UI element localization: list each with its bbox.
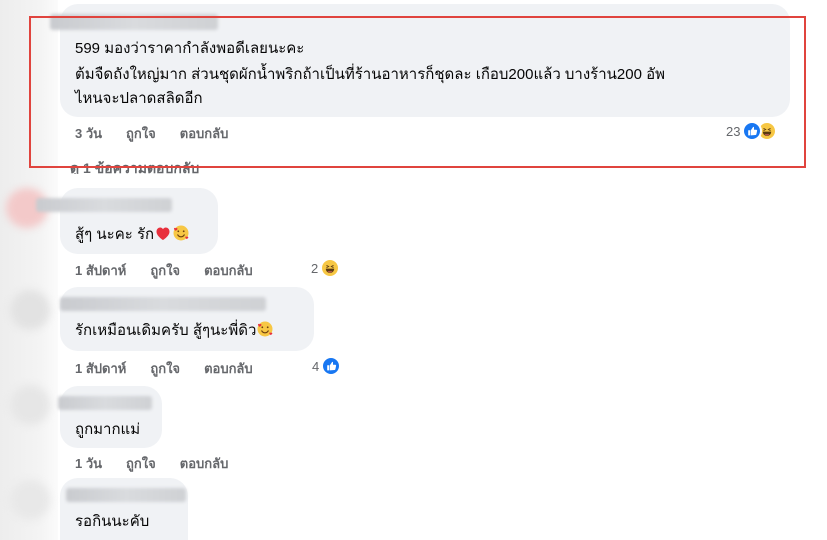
comment-text: ถูกมากแม่ [75,421,141,438]
reaction-count: 4 [312,358,320,374]
comment-timestamp: 1 สัปดาห์ [75,360,127,376]
reaction-summary[interactable]: 4 [312,356,342,376]
blurred-avatar [10,480,50,520]
comment-timestamp: 1 วัน [75,455,103,471]
like-button[interactable]: ถูกใจ [150,260,180,281]
like-button[interactable]: ถูกใจ [126,453,156,474]
haha-icon [320,258,341,278]
comment-text: รอกินนะคับ [75,513,150,530]
comment-timestamp: 1 สัปดาห์ [75,262,127,278]
reply-button[interactable]: ตอบกลับ [204,358,253,379]
reaction-summary[interactable]: 2 [311,258,341,278]
blurred-avatar [10,290,50,330]
reply-button[interactable]: ตอบกลับ [204,260,253,281]
like-icon [321,356,342,376]
highlight-box [29,16,806,168]
like-button[interactable]: ถูกใจ [150,358,180,379]
commenter-name-blurred [60,297,266,311]
commenter-name-blurred [36,198,172,212]
red-heart-emoji [156,227,170,240]
commenter-name-blurred [58,396,152,410]
reaction-count: 2 [311,260,319,276]
comment-text: สู้ๆ นะคะ รัก [75,222,190,248]
comment-text: รักเหมือนเดิมครับ สู้ๆนะพี่ดิว [75,318,274,344]
blurred-avatar [10,385,50,425]
smiling-hearts-emoji [257,321,273,337]
comment-actions: 1 สัปดาห์ ถูกใจ ตอบกลับ [75,261,253,279]
smiling-hearts-emoji [173,225,189,241]
comment-actions: 1 สัปดาห์ ถูกใจ ตอบกลับ [75,359,253,377]
commenter-name-blurred [66,488,186,502]
reply-button[interactable]: ตอบกลับ [180,453,229,474]
comment-actions: 1 วัน ถูกใจ ตอบกลับ [75,454,228,472]
